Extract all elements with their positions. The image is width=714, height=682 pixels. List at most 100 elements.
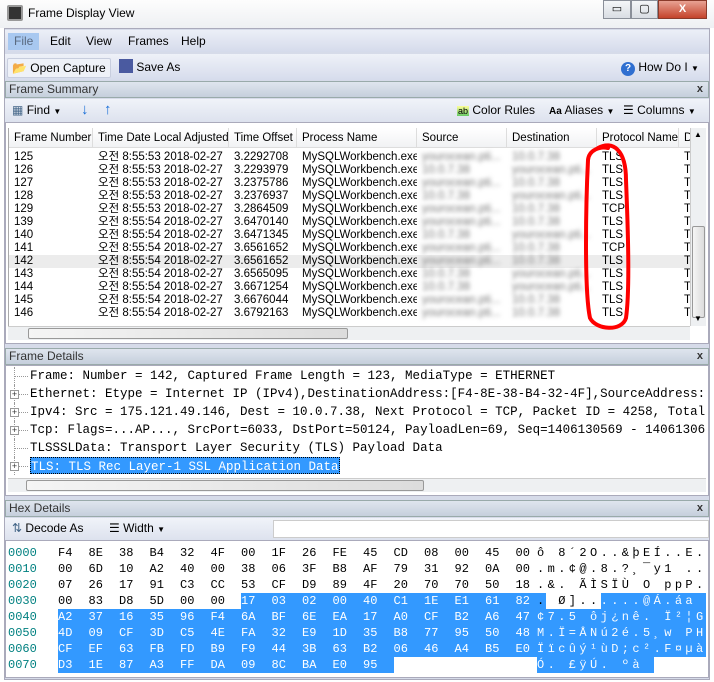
expand-icon[interactable]: + (10, 426, 19, 435)
hex-byte[interactable]: FA (241, 625, 272, 641)
hex-byte[interactable]: 95 (454, 625, 485, 641)
hex-byte[interactable]: 06 (272, 561, 303, 577)
color-rules-button[interactable]: ab Color Rules (453, 101, 539, 121)
hex-byte[interactable]: 89 (333, 577, 364, 593)
ascii-text[interactable]: .m.¢@.8.?¸¯y1 .. (537, 561, 706, 577)
hex-byte[interactable]: 92 (455, 561, 486, 577)
hex-byte[interactable]: 00 (58, 561, 89, 577)
hex-byte[interactable]: C5 (180, 625, 211, 641)
ascii-text[interactable]: .&. ÃÌSÏÙ O ppP. (537, 577, 706, 593)
hex-byte[interactable]: FD (180, 641, 211, 657)
hex-byte[interactable]: AF (363, 561, 394, 577)
hex-byte[interactable]: C1 (393, 593, 424, 609)
hex-byte[interactable]: 20 (394, 577, 425, 593)
hex-byte[interactable]: 10 (119, 561, 150, 577)
hex-byte[interactable]: 46 (424, 641, 455, 657)
summary-vertical-scrollbar[interactable]: ▲ ▼ (690, 128, 706, 326)
hex-byte[interactable]: CD (394, 545, 425, 561)
ascii-text[interactable]: Ïïcûý¹ùD;c².F¤µà (537, 641, 706, 657)
hex-byte[interactable]: E1 (454, 593, 485, 609)
detail-line[interactable]: TLS: TLS Rec Layer-1 SSL Application Dat… (30, 457, 340, 474)
hex-byte[interactable]: CF (272, 577, 303, 593)
hex-byte[interactable]: 45 (485, 545, 516, 561)
hex-byte[interactable]: 61 (485, 593, 516, 609)
hex-byte[interactable]: 00 (58, 593, 89, 609)
hex-byte[interactable]: 03 (271, 593, 302, 609)
hex-byte[interactable]: 00 (180, 593, 211, 609)
hex-byte[interactable]: 6D (89, 561, 120, 577)
details-horizontal-scrollbar[interactable] (8, 478, 706, 492)
hex-byte[interactable]: 32 (271, 625, 302, 641)
aliases-button[interactable]: Aa Aliases ▼ (545, 101, 618, 121)
hex-byte[interactable]: 53 (241, 577, 272, 593)
hex-byte[interactable]: CC (211, 577, 242, 593)
hex-byte[interactable]: 79 (394, 561, 425, 577)
hex-byte[interactable]: F9 (241, 641, 272, 657)
hex-byte[interactable]: C3 (180, 577, 211, 593)
close-icon[interactable]: x (697, 82, 703, 97)
hex-byte[interactable]: A2 (58, 609, 89, 625)
hex-byte[interactable]: 96 (180, 609, 211, 625)
hex-byte[interactable]: CF (58, 641, 89, 657)
width-button[interactable]: ☰ Width ▼ (105, 519, 169, 539)
hex-search-field[interactable] (273, 520, 709, 538)
hex-byte[interactable]: 87 (119, 657, 150, 673)
hex-byte[interactable]: 44 (271, 641, 302, 657)
hex-byte[interactable]: 08 (424, 545, 455, 561)
hex-byte[interactable]: B5 (485, 641, 516, 657)
find-button[interactable]: ▦ Find ▼ (8, 101, 65, 121)
hex-byte[interactable]: E0 (332, 657, 363, 673)
hex-byte[interactable]: DA (210, 657, 241, 673)
hex-byte[interactable]: 77 (424, 625, 455, 641)
hex-byte[interactable]: 00 (241, 545, 272, 561)
hex-byte[interactable]: 09 (241, 657, 272, 673)
arrow-down-icon[interactable]: ↓ (77, 101, 93, 121)
hex-byte[interactable]: 26 (302, 545, 333, 561)
arrow-up-icon[interactable]: ↑ (100, 101, 116, 121)
column-header[interactable]: Time Date Local Adjusted (93, 128, 229, 148)
hex-byte[interactable]: 38 (241, 561, 272, 577)
hex-byte[interactable]: BA (302, 657, 333, 673)
hex-byte[interactable]: BF (271, 609, 302, 625)
menu-frames[interactable]: Frames (122, 33, 175, 50)
hex-byte[interactable]: 17 (241, 593, 272, 609)
column-header[interactable]: Frame Number (9, 128, 93, 148)
hex-byte[interactable]: EA (332, 609, 363, 625)
menu-help[interactable]: Help (175, 33, 212, 50)
hex-byte[interactable]: 09 (88, 625, 119, 641)
hex-byte[interactable]: 1E (88, 657, 119, 673)
hex-byte[interactable]: 70 (424, 577, 455, 593)
expand-icon[interactable]: + (10, 462, 19, 471)
hex-byte[interactable]: 3D (149, 625, 180, 641)
hex-byte[interactable]: 32 (180, 545, 211, 561)
expand-icon[interactable]: + (10, 408, 19, 417)
detail-line[interactable]: Ethernet: Etype = Internet IP (IPv4),Des… (30, 385, 705, 403)
save-as-button[interactable]: Save As (115, 58, 184, 78)
column-header[interactable]: Time Offset (229, 128, 297, 148)
detail-line[interactable]: Frame: Number = 142, Captured Frame Leng… (30, 367, 555, 385)
how-do-i-button[interactable]: ? How Do I ▼ (617, 58, 703, 78)
detail-line[interactable]: Tcp: Flags=...AP..., SrcPort=6033, DstPo… (30, 421, 706, 439)
column-header[interactable]: D (679, 128, 690, 148)
hex-byte[interactable]: D8 (119, 593, 150, 609)
detail-line[interactable]: TLSSSLData: Transport Layer Security (TL… (30, 439, 443, 457)
columns-button[interactable]: ☰ Columns ▼ (619, 101, 700, 121)
hex-byte[interactable]: 3F (302, 561, 333, 577)
scroll-up-icon[interactable]: ▲ (694, 130, 702, 139)
hex-byte[interactable]: 1E (424, 593, 455, 609)
hex-byte[interactable]: 1D (332, 625, 363, 641)
hex-byte[interactable]: 8E (89, 545, 120, 561)
hex-byte[interactable]: 6A (241, 609, 272, 625)
hex-byte[interactable]: 83 (89, 593, 120, 609)
hex-byte[interactable]: 4F (363, 577, 394, 593)
close-icon[interactable]: x (697, 501, 703, 516)
ascii-text[interactable]: ô 8´2O..&þEÍ..E. (537, 545, 706, 561)
hex-byte[interactable]: 07 (58, 577, 89, 593)
column-header[interactable]: Source (417, 128, 507, 148)
hex-byte[interactable]: B8 (333, 561, 364, 577)
hex-byte[interactable]: FB (149, 641, 180, 657)
hex-byte[interactable]: EF (88, 641, 119, 657)
hex-byte[interactable]: D9 (302, 577, 333, 593)
open-capture-button[interactable]: 📂 Open Capture (7, 58, 111, 78)
hex-byte[interactable]: A3 (149, 657, 180, 673)
